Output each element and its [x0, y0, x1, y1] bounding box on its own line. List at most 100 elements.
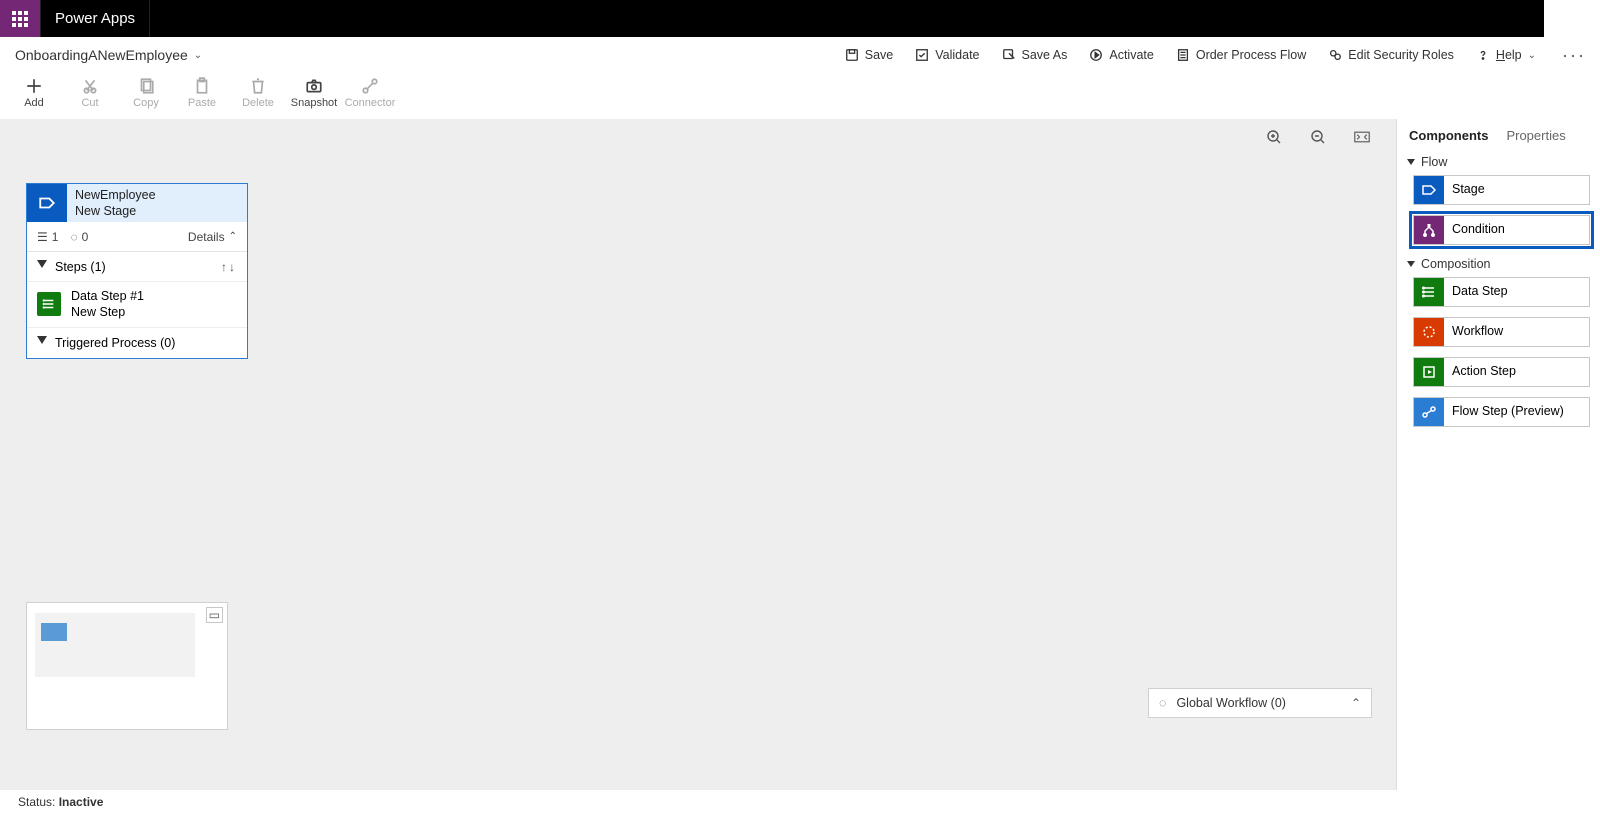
- stage-header[interactable]: NewEmployee New Stage: [27, 184, 247, 222]
- stage-subtitle: New Stage: [75, 204, 239, 220]
- status-bar: Status: Inactive: [0, 790, 1600, 813]
- connector-tool[interactable]: Connector: [342, 77, 398, 109]
- help-button[interactable]: Help ⌄: [1476, 48, 1536, 62]
- component-workflow[interactable]: Workflow: [1413, 317, 1590, 347]
- component-stage[interactable]: Stage: [1413, 175, 1590, 205]
- steps-section-header[interactable]: Steps (1) ↑↓: [27, 252, 247, 282]
- save-button[interactable]: Save: [845, 48, 894, 62]
- stage-meta-row: ☰ 1 ◌ 0 Details ⌃: [27, 222, 247, 252]
- section-composition-label: Composition: [1421, 257, 1490, 271]
- stage-icon: [1414, 176, 1444, 204]
- condition-icon: [1414, 216, 1444, 244]
- tool-strip: Add Cut Copy Paste Delete Snapshot Conne…: [0, 73, 1600, 119]
- components-panel: Components Properties Flow Stage Conditi…: [1396, 119, 1600, 790]
- chevron-down-icon: ⌄: [1528, 50, 1536, 61]
- component-condition[interactable]: Condition: [1413, 215, 1590, 245]
- minimap-expand-icon[interactable]: ▭: [206, 607, 223, 623]
- order-label: Order Process Flow: [1196, 48, 1306, 62]
- component-data-step-label: Data Step: [1444, 285, 1516, 299]
- component-condition-label: Condition: [1444, 223, 1513, 237]
- divider: [149, 0, 150, 37]
- zoom-controls: [1266, 129, 1370, 150]
- flow-name-label: OnboardingANewEmployee: [15, 47, 188, 63]
- save-as-button[interactable]: Save As: [1002, 48, 1068, 62]
- save-as-icon: [1002, 48, 1016, 62]
- reorder-arrows-icon[interactable]: ↑↓: [221, 260, 237, 274]
- snapshot-tool[interactable]: Snapshot: [286, 77, 342, 109]
- cut-icon: [81, 77, 99, 95]
- step-text: Data Step #1 New Step: [71, 288, 144, 321]
- edit-security-roles-button[interactable]: Edit Security Roles: [1328, 48, 1454, 62]
- caret-down-icon: [1407, 261, 1415, 267]
- top-bar: Power Apps: [0, 0, 1600, 37]
- status-value: Inactive: [59, 795, 104, 809]
- triggered-process-section[interactable]: Triggered Process (0): [27, 328, 247, 358]
- zoom-out-button[interactable]: [1310, 129, 1326, 150]
- zoom-in-button[interactable]: [1266, 129, 1282, 150]
- paste-icon: [193, 77, 211, 95]
- designer-canvas[interactable]: NewEmployee New Stage ☰ 1 ◌ 0 Det: [0, 119, 1396, 790]
- validate-icon: [915, 48, 929, 62]
- workflow-dashed-icon: ◌: [1159, 696, 1166, 710]
- step-title: Data Step #1: [71, 288, 144, 304]
- chevron-up-icon: ⌃: [1351, 696, 1361, 710]
- global-workflow-bar[interactable]: ◌ Global Workflow (0) ⌃: [1148, 688, 1372, 718]
- workflow-count: ◌ 0: [70, 230, 88, 244]
- copy-icon: [137, 77, 155, 95]
- component-action-step[interactable]: Action Step: [1413, 357, 1590, 387]
- help-label: Help: [1496, 48, 1522, 62]
- app-launcher-button[interactable]: [0, 0, 40, 37]
- waffle-icon: [12, 11, 28, 27]
- minimap-stage-glyph: [41, 623, 67, 641]
- section-composition-header[interactable]: Composition: [1403, 255, 1594, 277]
- order-process-flow-button[interactable]: Order Process Flow: [1176, 48, 1306, 62]
- save-label: Save: [865, 48, 894, 62]
- paste-tool[interactable]: Paste: [174, 77, 230, 109]
- data-step-item[interactable]: Data Step #1 New Step: [27, 282, 247, 328]
- steps-count-value: 1: [52, 230, 59, 244]
- list-icon: ☰: [37, 230, 48, 244]
- cut-tool[interactable]: Cut: [62, 77, 118, 109]
- minimap[interactable]: ▭: [26, 602, 228, 730]
- details-toggle[interactable]: Details ⌃: [188, 230, 237, 244]
- stage-card[interactable]: NewEmployee New Stage ☰ 1 ◌ 0 Det: [26, 183, 248, 359]
- tab-components[interactable]: Components: [1409, 128, 1488, 143]
- copy-tool[interactable]: Copy: [118, 77, 174, 109]
- plus-icon: [25, 77, 43, 95]
- snapshot-label: Snapshot: [291, 97, 337, 109]
- tab-properties[interactable]: Properties: [1506, 128, 1565, 143]
- more-actions-button[interactable]: ···: [1558, 45, 1590, 66]
- delete-label: Delete: [242, 97, 274, 109]
- connector-label: Connector: [345, 97, 396, 109]
- flow-header: OnboardingANewEmployee ⌄ Save Validate S…: [0, 37, 1600, 73]
- stage-icon: [27, 184, 67, 222]
- camera-icon: [305, 77, 323, 95]
- data-step-icon: [1414, 278, 1444, 306]
- component-flow-step[interactable]: Flow Step (Preview): [1413, 397, 1590, 427]
- order-icon: [1176, 48, 1190, 62]
- delete-icon: [249, 77, 267, 95]
- activate-label: Activate: [1109, 48, 1153, 62]
- add-label: Add: [24, 97, 44, 109]
- fit-to-screen-button[interactable]: [1354, 129, 1370, 150]
- steps-count: ☰ 1: [37, 230, 58, 244]
- activate-button[interactable]: Activate: [1089, 48, 1153, 62]
- delete-tool[interactable]: Delete: [230, 77, 286, 109]
- component-data-step[interactable]: Data Step: [1413, 277, 1590, 307]
- caret-down-icon: [1407, 159, 1415, 165]
- security-icon: [1328, 48, 1342, 62]
- add-tool[interactable]: Add: [6, 77, 62, 109]
- component-workflow-label: Workflow: [1444, 325, 1511, 339]
- workflow-dashed-icon: ◌: [70, 230, 77, 244]
- section-flow-header[interactable]: Flow: [1403, 153, 1594, 175]
- content-area: NewEmployee New Stage ☰ 1 ◌ 0 Det: [0, 119, 1600, 790]
- brand-label: Power Apps: [41, 10, 149, 27]
- details-label: Details: [188, 230, 225, 244]
- triangle-down-icon: [37, 260, 47, 273]
- flow-name-dropdown[interactable]: OnboardingANewEmployee ⌄: [15, 47, 202, 63]
- copy-label: Copy: [133, 97, 159, 109]
- workflow-icon: [1414, 318, 1444, 346]
- activate-icon: [1089, 48, 1103, 62]
- triangle-down-icon: [37, 336, 47, 349]
- validate-button[interactable]: Validate: [915, 48, 979, 62]
